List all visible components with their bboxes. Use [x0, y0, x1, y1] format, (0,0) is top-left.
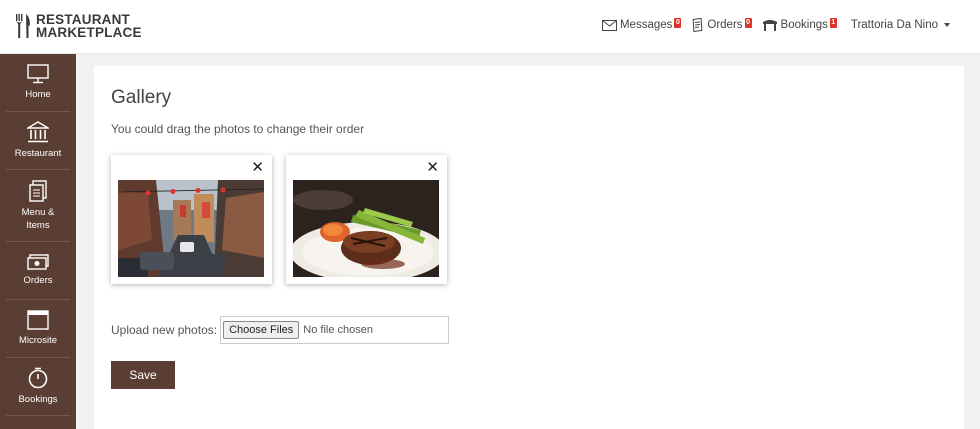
photo-steak-dish — [293, 180, 439, 277]
receipt-icon — [693, 18, 703, 32]
orders-count-badge: 0 — [744, 18, 752, 28]
top-header: RESTAURANT MARKETPLACE Messages 0 Orders… — [0, 0, 980, 54]
sidebar-item-label: Home — [25, 89, 51, 100]
remove-photo-icon[interactable]: ✕ — [251, 160, 264, 176]
sidebar-item-bookings[interactable]: Bookings — [6, 358, 70, 416]
sidebar-item-label: Microsite — [18, 335, 57, 346]
cash-icon — [27, 254, 49, 270]
upload-row: Upload new photos: Choose Files No file … — [111, 316, 450, 344]
envelope-icon — [601, 19, 617, 31]
fork-knife-icon — [16, 14, 30, 38]
nav-messages[interactable]: Messages 0 — [601, 18, 682, 31]
gallery-photo-card[interactable]: ✕ — [111, 155, 272, 284]
sidebar-item-restaurant[interactable]: Restaurant — [6, 112, 70, 170]
save-button[interactable]: Save — [111, 361, 175, 389]
messages-count-badge: 0 — [674, 18, 682, 28]
bookings-count-badge: 1 — [829, 18, 837, 28]
file-status-text: No file chosen — [303, 324, 373, 336]
brand-line-2: MARKETPLACE — [36, 25, 142, 40]
nav-orders-label: Orders — [707, 19, 743, 31]
menu-icon — [29, 179, 47, 202]
file-upload-input[interactable]: Choose Files No file chosen — [220, 316, 450, 344]
sidebar-item-orders[interactable]: Orders — [6, 242, 70, 300]
nav-bookings[interactable]: Bookings 1 — [762, 18, 837, 31]
sidebar-item-label: Bookings — [18, 394, 58, 405]
sidebar-item-microsite[interactable]: Microsite — [6, 300, 70, 358]
remove-photo-icon[interactable]: ✕ — [426, 160, 439, 176]
monitor-icon — [27, 64, 49, 84]
upload-label: Upload new photos: — [111, 323, 218, 337]
page-title: Gallery — [111, 87, 172, 108]
user-menu-dropdown[interactable]: Trattoria Da Nino — [851, 19, 950, 31]
nav-orders[interactable]: Orders 0 — [691, 18, 752, 32]
caret-down-icon — [944, 23, 950, 27]
top-nav: Messages 0 Orders 0 Bookings 1 Trattoria… — [592, 18, 950, 32]
gallery-photo-card[interactable]: ✕ — [286, 155, 447, 284]
nav-bookings-label: Bookings — [780, 19, 828, 31]
sidebar: Home Restaurant Menu & Items Orders Micr… — [0, 54, 76, 429]
chair-icon — [762, 20, 777, 31]
sidebar-item-menu-items[interactable]: Menu & Items — [6, 170, 70, 242]
sidebar-item-label-2: Items — [26, 219, 50, 231]
user-name: Trattoria Da Nino — [850, 19, 938, 31]
sidebar-item-label: Restaurant — [14, 148, 62, 159]
sidebar-item-home[interactable]: Home — [6, 54, 70, 112]
window-icon — [27, 310, 49, 330]
clock-icon — [28, 367, 48, 389]
logo[interactable]: RESTAURANT MARKETPLACE — [14, 13, 142, 39]
sidebar-item-label: Menu & — [21, 206, 55, 218]
nav-messages-label: Messages — [619, 19, 673, 31]
gallery-hint: You could drag the photos to change thei… — [111, 122, 365, 136]
choose-files-button[interactable]: Choose Files — [223, 321, 300, 339]
sidebar-item-label: Orders — [23, 275, 53, 286]
photo-street-scene — [118, 180, 264, 277]
building-icon — [27, 121, 49, 143]
main-content: Gallery You could drag the photos to cha… — [94, 66, 964, 429]
